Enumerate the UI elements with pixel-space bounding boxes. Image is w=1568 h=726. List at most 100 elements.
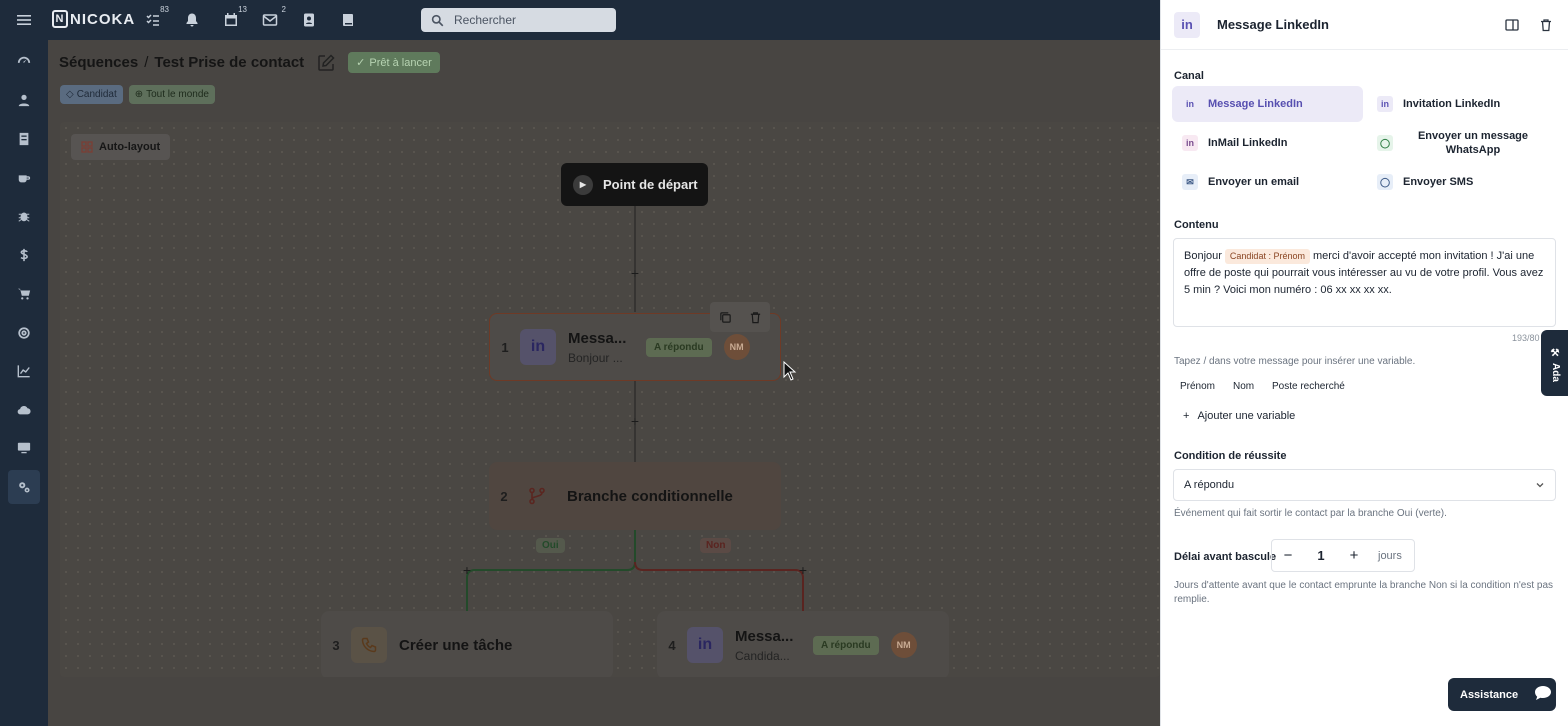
increment-button[interactable]: + bbox=[1338, 547, 1370, 564]
sequence-canvas[interactable]: Auto-layout + + + + ▶ Point de départ 1 … bbox=[60, 122, 1160, 677]
tag-label: Tout le monde bbox=[146, 89, 209, 100]
canal-label: Canal bbox=[1174, 70, 1204, 82]
variable-chip[interactable]: Candidat : Prénom bbox=[1224, 249, 1310, 264]
canal-option-label: Message LinkedIn bbox=[1208, 98, 1303, 110]
canal-option-email[interactable]: ✉ Envoyer un email bbox=[1172, 164, 1363, 200]
chart-icon[interactable] bbox=[14, 361, 34, 381]
canal-option-invitation-linkedin[interactable]: in Invitation LinkedIn bbox=[1367, 86, 1557, 122]
decrement-button[interactable]: − bbox=[1272, 547, 1304, 564]
magic-wand-icon: ⚒ bbox=[1550, 348, 1560, 359]
linkedin-icon: in bbox=[1182, 96, 1198, 112]
building-icon[interactable] bbox=[14, 129, 34, 149]
book-icon[interactable] bbox=[338, 10, 358, 30]
phone-icon bbox=[351, 627, 387, 663]
linkedin-icon: in bbox=[1174, 11, 1200, 38]
ada-label: Ada bbox=[1549, 363, 1561, 382]
split-view-icon[interactable] bbox=[1505, 18, 1519, 32]
duplicate-icon[interactable] bbox=[719, 311, 732, 324]
bug-icon[interactable] bbox=[14, 206, 34, 226]
condition-hint: Événement qui fait sortir le contact par… bbox=[1174, 508, 1447, 519]
node-toolbar bbox=[710, 302, 770, 332]
step-number: 2 bbox=[500, 488, 508, 504]
step-node-4[interactable]: 4 in Messa... Candida... A répondu NM bbox=[657, 611, 949, 677]
calendar-icon[interactable]: 13 bbox=[221, 5, 247, 30]
canal-option-whatsapp[interactable]: ◯ Envoyer un message WhatsApp bbox=[1367, 125, 1557, 161]
linkedin-icon: in bbox=[520, 329, 556, 365]
add-step-icon[interactable]: + bbox=[629, 266, 641, 280]
chat-bubble-icon bbox=[1534, 685, 1552, 704]
add-step-icon[interactable]: + bbox=[797, 563, 809, 577]
branch-icon bbox=[519, 478, 555, 514]
canal-option-label: Envoyer un email bbox=[1208, 176, 1300, 188]
mail-badge: 2 bbox=[281, 5, 286, 14]
mail-icon[interactable]: 2 bbox=[260, 5, 286, 30]
branch-yes-label: Oui bbox=[536, 538, 565, 553]
canal-option-label: Invitation LinkedIn bbox=[1403, 98, 1501, 110]
calendar-badge: 13 bbox=[238, 5, 247, 14]
step-number: 1 bbox=[501, 339, 509, 355]
step-node-2[interactable]: 2 Branche conditionnelle bbox=[489, 462, 781, 530]
tag-audience[interactable]: ⊕ Tout le monde bbox=[128, 85, 215, 104]
delay-input[interactable]: 1 bbox=[1304, 548, 1338, 563]
monitor-icon[interactable] bbox=[14, 438, 34, 458]
variable-prenom[interactable]: Prénom bbox=[1180, 381, 1215, 392]
step-number: 4 bbox=[668, 637, 676, 653]
search-input[interactable]: Rechercher bbox=[421, 8, 616, 32]
start-node[interactable]: ▶ Point de départ bbox=[561, 163, 708, 206]
tasks-icon[interactable]: 83 bbox=[143, 5, 169, 30]
content-text-start: Bonjour bbox=[1184, 250, 1222, 262]
linkedin-icon: in bbox=[1377, 96, 1393, 112]
tag-candidat[interactable]: ◇ Candidat bbox=[60, 85, 123, 104]
coffee-icon[interactable] bbox=[14, 168, 34, 188]
canal-option-sms[interactable]: ◯ Envoyer SMS bbox=[1367, 164, 1557, 200]
delay-stepper: − 1 + jours bbox=[1271, 539, 1415, 572]
add-step-icon[interactable]: + bbox=[461, 563, 473, 577]
support-icon[interactable] bbox=[14, 323, 34, 343]
canal-option-inmail-linkedin[interactable]: in InMail LinkedIn bbox=[1172, 125, 1363, 161]
condition-select[interactable]: A répondu bbox=[1173, 469, 1556, 501]
canal-option-label: Envoyer un message WhatsApp bbox=[1417, 130, 1529, 156]
status-badge: A répondu bbox=[813, 635, 879, 655]
settings-icon[interactable] bbox=[8, 470, 40, 504]
condition-label: Condition de réussite bbox=[1174, 450, 1287, 462]
variable-poste[interactable]: Poste recherché bbox=[1272, 381, 1345, 392]
add-variable-button[interactable]: + Ajouter une variable bbox=[1183, 410, 1295, 422]
ada-assistant-tab[interactable]: ⚒ Ada bbox=[1541, 330, 1568, 396]
step-number: 3 bbox=[332, 637, 340, 653]
search-placeholder: Rechercher bbox=[454, 13, 517, 27]
top-bar: N NICOKA 83 13 2 Rechercher bbox=[0, 0, 1160, 40]
delete-step-icon[interactable] bbox=[1539, 18, 1553, 32]
dashboard-icon[interactable] bbox=[14, 52, 34, 72]
mouse-cursor-icon bbox=[783, 361, 797, 381]
check-icon: ✓ bbox=[356, 57, 366, 69]
assistance-button[interactable]: Assistance bbox=[1448, 678, 1556, 711]
avatar: NM bbox=[890, 632, 917, 658]
edit-icon[interactable] bbox=[316, 53, 336, 73]
step-title: Messa... bbox=[568, 329, 627, 347]
cart-icon[interactable] bbox=[14, 284, 34, 304]
page-title: Test Prise de contact bbox=[154, 54, 305, 71]
logo[interactable]: N NICOKA bbox=[52, 10, 135, 28]
bell-icon[interactable] bbox=[182, 10, 202, 30]
logo-text: NICOKA bbox=[70, 10, 136, 28]
status-badge: ✓ Prêt à lancer bbox=[348, 52, 440, 73]
trash-icon[interactable] bbox=[749, 311, 762, 324]
canal-option-message-linkedin[interactable]: in Message LinkedIn bbox=[1172, 86, 1363, 122]
add-step-icon[interactable]: + bbox=[629, 414, 641, 428]
variable-nom[interactable]: Nom bbox=[1233, 381, 1254, 392]
step-subtitle: Bonjour ... bbox=[568, 350, 623, 365]
step-node-3[interactable]: 3 Créer une tâche bbox=[321, 611, 613, 677]
character-counter: 193/80 bbox=[1512, 333, 1540, 343]
contacts-icon[interactable] bbox=[299, 10, 319, 30]
user-icon[interactable] bbox=[14, 90, 34, 110]
dollar-icon[interactable] bbox=[14, 245, 34, 265]
linkedin-icon: in bbox=[687, 627, 723, 663]
chat-icon: ◯ bbox=[1377, 174, 1393, 190]
breadcrumb-root[interactable]: Séquences bbox=[59, 54, 138, 71]
menu-icon[interactable] bbox=[14, 10, 34, 30]
whatsapp-icon: ◯ bbox=[1377, 135, 1393, 151]
message-content-editor[interactable]: Bonjour Candidat : Prénom merci d'avoir ac… bbox=[1173, 238, 1556, 327]
cloud-icon[interactable] bbox=[14, 400, 34, 420]
globe-icon: ⊕ bbox=[134, 89, 144, 100]
chevron-down-icon bbox=[1536, 483, 1544, 488]
